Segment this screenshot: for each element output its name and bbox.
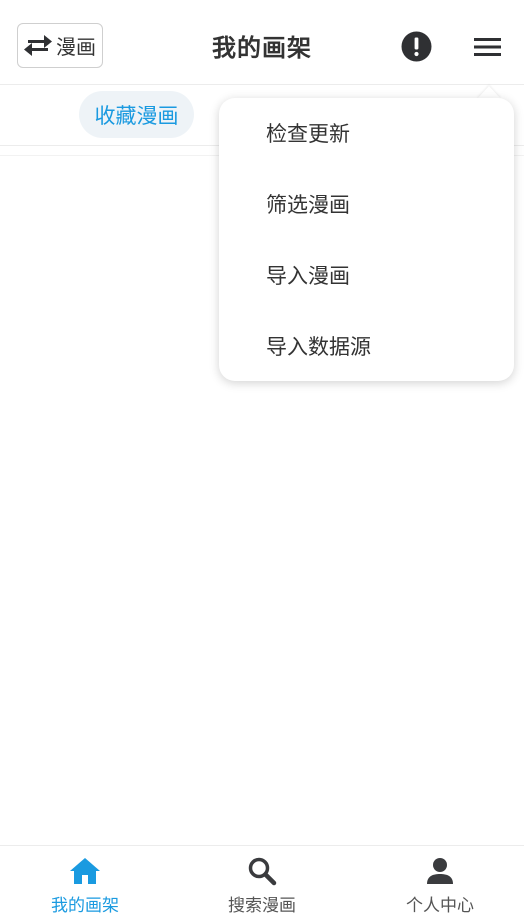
nav-search-comics-label: 搜索漫画 <box>228 896 296 916</box>
nav-search-comics[interactable]: 搜索漫画 <box>192 846 332 919</box>
swap-arrows-icon <box>24 34 52 57</box>
menu-item-filter-comics[interactable]: 筛选漫画 <box>266 184 350 224</box>
alert-icon <box>401 31 432 66</box>
switch-media-label: 漫画 <box>56 35 96 59</box>
app-header: 漫画 我的画架 <box>0 0 524 85</box>
hamburger-menu-icon <box>470 38 504 65</box>
nav-profile[interactable]: 个人中心 <box>370 846 510 919</box>
notice-button[interactable] <box>401 31 432 62</box>
nav-my-shelf-label: 我的画架 <box>51 896 119 916</box>
more-menu-button[interactable] <box>470 33 504 61</box>
menu-item-check-updates[interactable]: 检查更新 <box>266 113 350 153</box>
menu-item-import-sources[interactable]: 导入数据源 <box>266 326 371 366</box>
nav-my-shelf[interactable]: 我的画架 <box>15 846 155 919</box>
bottom-navigation: 我的画架 搜索漫画 个人中心 <box>0 845 524 919</box>
person-icon <box>426 856 454 886</box>
home-icon <box>69 856 101 886</box>
tab-favorites[interactable]: 收藏漫画 <box>79 91 194 138</box>
switch-media-button[interactable]: 漫画 <box>17 23 103 68</box>
search-icon <box>247 856 277 886</box>
app-screen: 漫画 我的画架 收藏漫画 检查更新 筛选漫画 导入漫画 导入数据源 我的画架 搜… <box>0 0 524 919</box>
menu-item-import-comics[interactable]: 导入漫画 <box>266 255 350 295</box>
nav-profile-label: 个人中心 <box>406 896 474 916</box>
more-options-menu: 检查更新 筛选漫画 导入漫画 导入数据源 <box>219 98 514 381</box>
